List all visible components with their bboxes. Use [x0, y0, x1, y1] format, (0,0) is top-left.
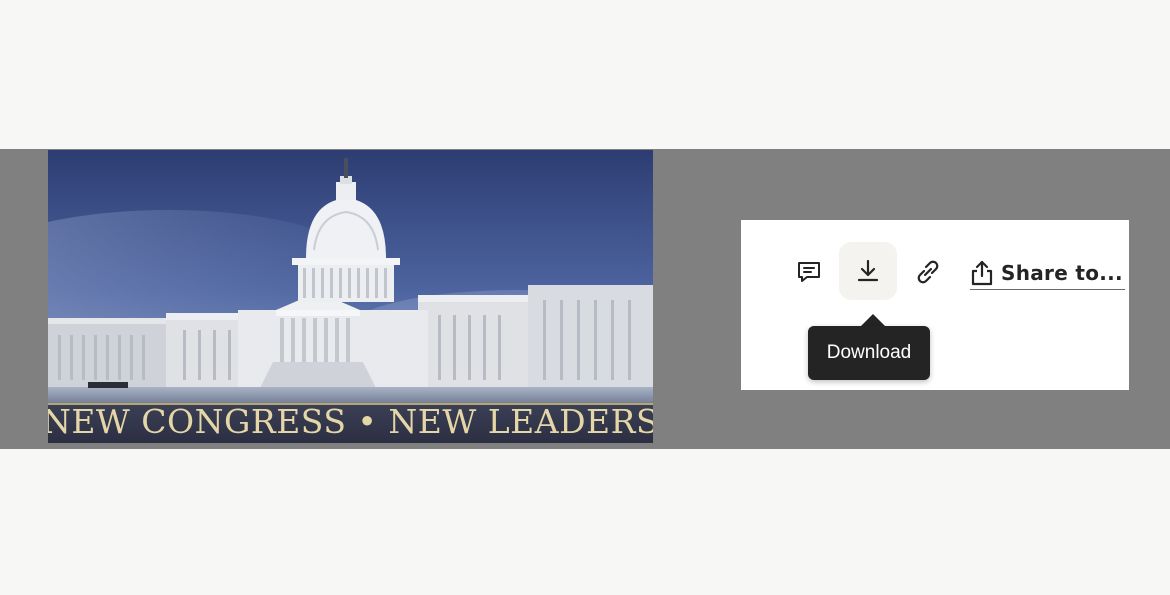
comment-icon: [798, 262, 820, 282]
page: NEW CONGRESS • NEW LEADERS Share to... D…: [0, 0, 1170, 595]
comment-button[interactable]: [780, 243, 838, 301]
capitol-building-image: NEW CONGRESS • NEW LEADERS: [48, 150, 653, 443]
share-icon: [971, 260, 993, 286]
download-icon: [857, 259, 879, 282]
share-to-label: Share to...: [1001, 261, 1123, 285]
banner-text: NEW CONGRESS • NEW LEADERS: [48, 402, 653, 441]
download-tooltip: Download: [808, 326, 930, 380]
share-to-button[interactable]: Share to...: [970, 257, 1125, 290]
share-actions-panel: Share to... Download: [741, 220, 1129, 390]
link-icon: [917, 260, 939, 284]
download-button[interactable]: [839, 242, 897, 300]
copy-link-button[interactable]: [899, 243, 957, 301]
tooltip-arrow: [861, 314, 885, 326]
